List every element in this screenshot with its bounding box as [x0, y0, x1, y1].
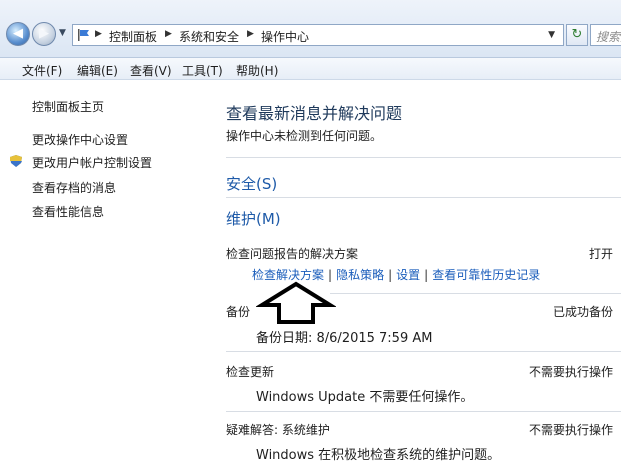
menu-bar: 文件(F) 编辑(E) 查看(V) 工具(T) 帮助(H)	[0, 58, 621, 80]
menu-tools[interactable]: 工具(T)	[182, 62, 223, 79]
back-button[interactable]: ◀	[6, 22, 30, 46]
menu-edit[interactable]: 编辑(E)	[77, 62, 118, 79]
sidebar-item-control-panel-home[interactable]: 控制面板主页	[32, 98, 104, 115]
sidebar-item-view-performance-info[interactable]: 查看性能信息	[32, 203, 104, 220]
divider	[226, 157, 621, 158]
problem-reports-status: 打开	[588, 247, 613, 261]
backup-date: 备份日期: 8/6/2015 7:59 AM	[256, 331, 433, 346]
check-updates-status: 不需要执行操作	[528, 365, 613, 379]
troubleshooting-title: 疑难解答: 系统维护	[226, 423, 330, 437]
divider	[226, 197, 621, 198]
breadcrumb-separator-icon[interactable]: ▶	[95, 29, 102, 39]
main-content: 查看最新消息并解决问题 操作中心未检测到任何问题。 安全(S) 维护(M) 检查…	[210, 81, 621, 468]
refresh-button[interactable]: ↻	[566, 24, 588, 46]
divider	[226, 351, 621, 352]
menu-help[interactable]: 帮助(H)	[236, 62, 278, 79]
page-title: 查看最新消息并解决问题	[226, 104, 403, 123]
problem-reports-title: 检查问题报告的解决方案	[226, 247, 359, 261]
up-arrow-annotation-icon	[256, 281, 336, 324]
menu-file[interactable]: 文件(F)	[22, 62, 62, 79]
sidebar-item-change-uac-settings[interactable]: 更改用户帐户控制设置	[32, 154, 152, 171]
breadcrumb-separator-icon[interactable]: ▶	[247, 29, 254, 39]
settings-link[interactable]: 设置	[396, 268, 420, 282]
status-summary: 操作中心未检测到任何问题。	[226, 129, 383, 143]
reliability-history-link[interactable]: 查看可靠性历史记录	[432, 268, 540, 282]
link-separator: |	[328, 268, 333, 282]
divider	[226, 411, 621, 412]
search-input[interactable]: 搜索控	[590, 24, 621, 46]
check-solutions-link[interactable]: 检查解决方案	[252, 268, 324, 282]
address-path-box[interactable]: ▶ 控制面板 ▶ 系统和安全 ▶ 操作中心 ▼	[72, 24, 564, 46]
refresh-icon: ↻	[571, 27, 583, 42]
forward-arrow-icon: ▶	[39, 26, 49, 41]
sidebar-item-view-archived-messages[interactable]: 查看存档的消息	[32, 179, 116, 196]
windows-update-detail: Windows Update 不需要任何操作。	[256, 390, 474, 405]
breadcrumb-system-security[interactable]: 系统和安全	[179, 28, 239, 45]
address-dropdown-icon[interactable]: ▼	[548, 30, 555, 40]
link-separator: |	[388, 268, 393, 282]
backup-status: 已成功备份	[552, 305, 613, 319]
address-bar: ◀ ▶ ▼ ▶ 控制面板 ▶ 系统和安全 ▶ 操作中心 ▼ ↻ 搜索控	[0, 0, 621, 58]
forward-button[interactable]: ▶	[32, 22, 56, 46]
maintenance-section-header[interactable]: 维护(M)	[226, 208, 281, 229]
left-task-pane: 控制面板主页 更改操作中心设置 更改用户帐户控制设置 查看存档的消息 查看性能信…	[0, 81, 210, 468]
backup-title: 备份	[226, 305, 251, 319]
troubleshooting-status: 不需要执行操作	[528, 423, 613, 437]
control-panel-flag-icon	[78, 29, 89, 41]
security-section-header[interactable]: 安全(S)	[226, 173, 277, 194]
sidebar-item-change-action-center-settings[interactable]: 更改操作中心设置	[32, 131, 128, 148]
breadcrumb-action-center[interactable]: 操作中心	[261, 28, 309, 45]
maintenance-check-detail: Windows 在积极地检查系统的维护问题。	[256, 448, 501, 463]
back-arrow-icon: ◀	[13, 26, 23, 41]
uac-shield-icon	[10, 155, 22, 167]
breadcrumb-control-panel[interactable]: 控制面板	[109, 28, 157, 45]
link-separator: |	[424, 268, 429, 282]
divider	[330, 293, 621, 294]
breadcrumb-separator-icon[interactable]: ▶	[165, 29, 172, 39]
recent-pages-dropdown-icon[interactable]: ▼	[59, 28, 66, 38]
privacy-policy-link[interactable]: 隐私策略	[336, 268, 384, 282]
menu-view[interactable]: 查看(V)	[130, 62, 172, 79]
check-updates-title: 检查更新	[226, 365, 275, 379]
